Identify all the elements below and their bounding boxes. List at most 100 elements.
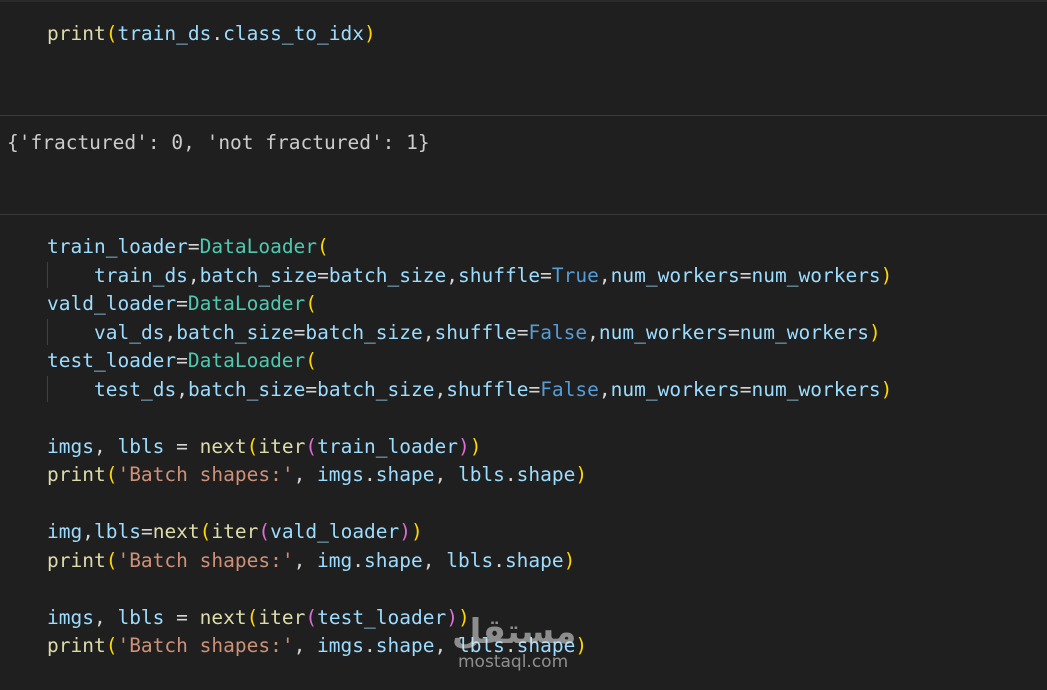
comma: , [93,606,118,629]
var-vald-loader: vald_loader [47,292,177,315]
indent-guide [47,319,48,345]
var-loader: train_loader [317,435,458,458]
fn-next: next [199,435,247,458]
code-line-next-test[interactable]: imgs, lbls = next(iter(test_loader)) [47,606,470,630]
kw-shuffle: shuffle [434,321,517,344]
dot: . [211,22,224,45]
cell-separator [0,214,1047,215]
indent-guide [47,376,48,402]
cell-separator [0,115,1047,116]
attr-shape: shape [364,549,423,572]
print-call: print [47,463,106,486]
comma: , [93,435,118,458]
kw-batch-size: batch_size [176,321,294,344]
fn-iter: iter [211,520,259,543]
kw-batch-size: batch_size [199,264,318,287]
val-num-workers: num_workers [751,264,881,287]
var-lbls: lbls [117,435,165,458]
var-loader: test_loader [317,606,447,629]
val-batch-size: batch_size [328,264,447,287]
arg-dataset: train_ds [94,264,188,287]
class-dataloader: DataLoader [187,292,306,315]
paren-open: ( [305,349,318,372]
var-test-loader: test_loader [47,349,177,372]
paren-open: ( [105,22,118,45]
assign-op: = [140,520,153,543]
code-line-print-class-to-idx[interactable]: print(train_ds.class_to_idx) [47,22,376,46]
attr-shape: shape [504,549,564,572]
class-dataloader: DataLoader [187,349,306,372]
val-shuffle: False [540,378,599,401]
kw-batch-size: batch_size [187,378,306,401]
string-batch-shapes: 'Batch shapes:' [117,549,294,572]
kw-num-workers: num_workers [610,264,740,287]
fn-iter: iter [258,606,306,629]
arg-dataset: val_ds [94,321,165,344]
val-num-workers: num_workers [739,321,869,344]
code-line-next-train[interactable]: imgs, lbls = next(iter(train_loader)) [47,435,481,459]
kw-num-workers: num_workers [610,378,740,401]
attr-shape: shape [375,463,435,486]
var-imgs: imgs [317,634,365,657]
var-train-ds: train_ds [117,22,212,45]
paren-open: ( [317,235,329,258]
assign-op: = [176,349,188,372]
paren-close: ) [880,378,893,401]
val-num-workers: num_workers [751,378,881,401]
arg-dataset: test_ds [94,378,177,401]
cell-output-class-to-idx: {'fractured': 0, 'not fractured': 1} [7,131,430,154]
code-line-train-loader-args[interactable]: train_ds,batch_size=batch_size,shuffle=T… [94,264,892,288]
kw-num-workers: num_workers [598,321,729,344]
assign-op: = [164,435,200,458]
fn-next: next [199,606,247,629]
watermark-arabic: مستقل [452,612,577,652]
fn-iter: iter [258,435,306,458]
attr-shape: shape [375,634,435,657]
watermark-latin: mostaql.com [458,652,569,672]
fn-next: next [152,520,200,543]
indent-guide [47,262,48,288]
code-line-next-vald[interactable]: img,lbls=next(iter(vald_loader)) [47,520,423,544]
string-batch-shapes: 'Batch shapes:' [117,634,294,657]
kw-shuffle: shuffle [457,264,541,287]
mostaql-watermark: مستقل mostaql.com [452,612,592,676]
paren-close: ) [364,22,376,45]
var-imgs: imgs [47,606,94,629]
top-border [0,0,1047,2]
var-imgs: imgs [47,435,94,458]
string-batch-shapes: 'Batch shapes:' [117,463,294,486]
paren-close: ) [868,321,881,344]
val-shuffle: True [551,264,599,287]
var-img: img [317,549,353,572]
code-line-vald-loader[interactable]: vald_loader=DataLoader( [47,292,317,316]
attr-class-to-idx: class_to_idx [223,22,365,45]
code-line-test-loader-args[interactable]: test_ds,batch_size=batch_size,shuffle=Fa… [94,378,892,402]
assign-op: = [164,606,200,629]
paren-open: ( [305,292,318,315]
var-img: img [47,520,83,543]
print-call: print [47,549,106,572]
paren-close: ) [880,264,893,287]
attr-shape: shape [516,463,576,486]
code-line-train-loader[interactable]: train_loader=DataLoader( [47,235,329,259]
code-line-vald-loader-args[interactable]: val_ds,batch_size=batch_size,shuffle=Fal… [94,321,881,345]
val-batch-size: batch_size [317,378,435,401]
comma: , [82,520,94,543]
var-lbls: lbls [446,549,494,572]
code-line-print-vald-shapes[interactable]: print('Batch shapes:', img.shape, lbls.s… [47,549,575,573]
val-shuffle: False [528,321,588,344]
kw-shuffle: shuffle [446,378,529,401]
assign-op: = [187,235,200,258]
var-train-loader: train_loader [47,235,188,258]
val-batch-size: batch_size [305,321,423,344]
var-lbls: lbls [457,463,505,486]
var-imgs: imgs [317,463,365,486]
var-lbls: lbls [117,606,165,629]
var-lbls: lbls [93,520,141,543]
print-call: print [47,22,106,45]
code-line-print-train-shapes[interactable]: print('Batch shapes:', imgs.shape, lbls.… [47,463,587,487]
var-loader: vald_loader [270,520,400,543]
class-dataloader: DataLoader [199,235,318,258]
print-call: print [47,634,106,657]
code-line-test-loader[interactable]: test_loader=DataLoader( [47,349,317,373]
